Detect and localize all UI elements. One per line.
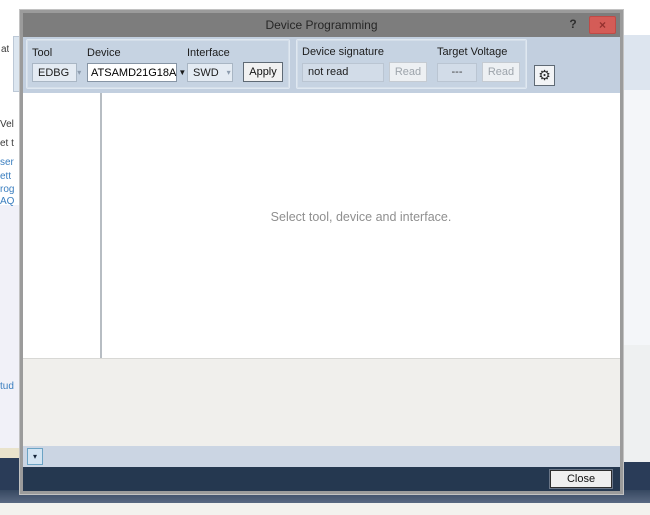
output-band: ▾ (23, 446, 620, 467)
tool-column: Tool EDBG ▾ (32, 47, 77, 82)
target-voltage-field: --- (437, 63, 477, 82)
background-right-strip (623, 35, 650, 90)
background-left-area (0, 205, 21, 448)
tool-value: EDBG (38, 67, 69, 79)
background-link-fragment: tud (0, 381, 14, 392)
close-icon[interactable]: × (589, 16, 616, 34)
chevron-down-icon: ▾ (219, 68, 231, 77)
interface-select[interactable]: SWD ▾ (187, 63, 233, 82)
background-link-fragment: AQ (0, 196, 14, 207)
background-text-fragment: at (1, 44, 9, 55)
device-value: ATSAMD21G18A (91, 67, 176, 79)
chevron-down-icon: ▾ (69, 68, 81, 77)
background-right-strip (623, 345, 650, 462)
background-text-fragment: Vel (0, 119, 14, 130)
signature-read-button[interactable]: Read (389, 62, 427, 82)
dialog-toolbar: Tool EDBG ▾ Device ATSAMD21G18A ▼ Inter (23, 37, 620, 93)
target-voltage-label: Target Voltage (437, 46, 520, 58)
message-area: Select tool, device and interface. (102, 93, 620, 358)
screen: at Vel et t ser ett rog AQ tud Device Pr… (0, 0, 650, 515)
voltage-read-button[interactable]: Read (482, 62, 520, 82)
device-column: Device ATSAMD21G18A ▼ (87, 47, 177, 82)
apply-column: Apply (243, 62, 283, 82)
close-button[interactable]: Close (550, 470, 612, 488)
background-right-strip (623, 0, 650, 35)
dialog-main-area: Select tool, device and interface. (23, 93, 620, 358)
section-nav-list[interactable] (23, 93, 102, 358)
background-link-fragment: rog (0, 184, 14, 195)
background-right-strip (623, 90, 650, 345)
dialog-footer-bar: Close (23, 467, 620, 491)
device-signature-column: Device signature not read Read (302, 46, 427, 82)
gear-icon: ⚙ (538, 67, 551, 84)
interface-label: Interface (187, 47, 233, 59)
background-yellow-strip (0, 448, 21, 458)
apply-button[interactable]: Apply (243, 62, 283, 82)
tool-label: Tool (32, 47, 77, 59)
detail-panel (23, 358, 620, 446)
device-label: Device (87, 47, 177, 59)
select-tool-message: Select tool, device and interface. (271, 210, 452, 224)
output-expander-button[interactable]: ▾ (27, 448, 43, 465)
signature-voltage-group: Device signature not read Read Target Vo… (296, 39, 527, 89)
tool-device-interface-group: Tool EDBG ▾ Device ATSAMD21G18A ▼ Inter (26, 39, 290, 89)
background-bottom-area (0, 503, 650, 515)
dialog-titlebar[interactable]: Device Programming ? × (23, 13, 620, 37)
interface-column: Interface SWD ▾ (187, 47, 233, 82)
device-signature-field: not read (302, 63, 384, 82)
settings-button[interactable]: ⚙ (534, 65, 555, 86)
tool-select[interactable]: EDBG ▾ (32, 63, 77, 82)
background-text-fragment: et t (0, 138, 14, 149)
target-voltage-column: Target Voltage --- Read (437, 46, 520, 82)
device-combo-input[interactable]: ATSAMD21G18A ▼ (87, 63, 177, 82)
help-button[interactable]: ? (564, 15, 582, 33)
dialog-title: Device Programming (265, 18, 377, 32)
device-signature-label: Device signature (302, 46, 427, 58)
interface-value: SWD (193, 67, 219, 79)
device-programming-dialog: Device Programming ? × Tool EDBG ▾ Devic… (20, 10, 623, 494)
background-link-fragment: ett (0, 171, 11, 182)
background-link-fragment: ser (0, 157, 14, 168)
